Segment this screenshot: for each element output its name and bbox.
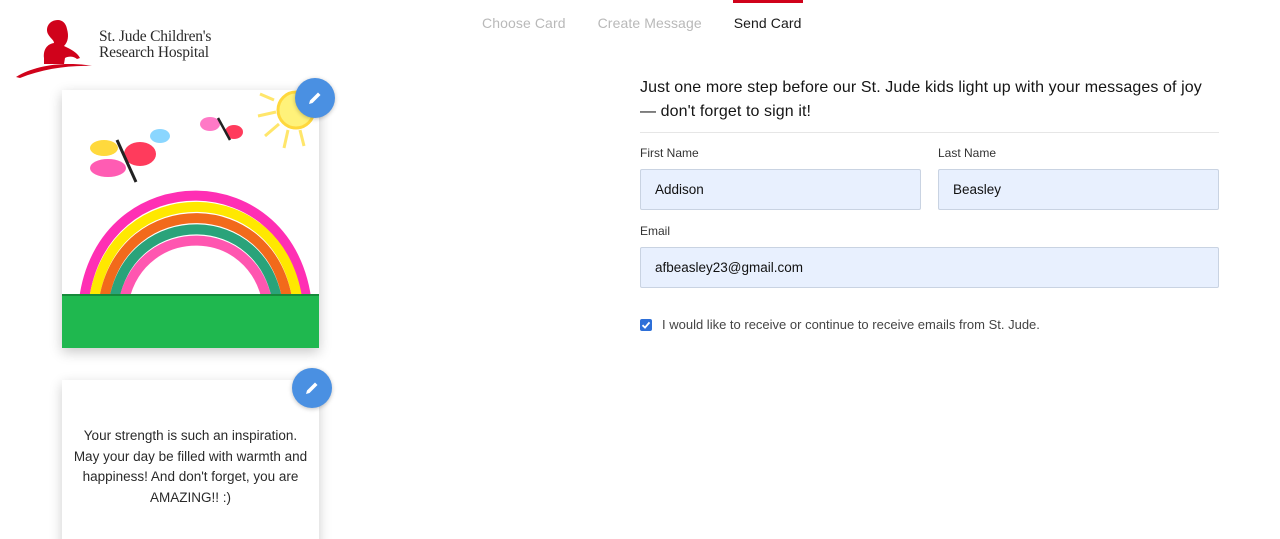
progress-steps: Choose Card Create Message Send Card: [466, 0, 818, 40]
logo-line-2: Research Hospital: [99, 44, 209, 61]
pencil-icon: [309, 92, 321, 104]
step-create-message[interactable]: Create Message: [582, 0, 718, 40]
email-input[interactable]: [640, 247, 1219, 288]
logo-line-1: St. Jude Children's: [99, 28, 212, 45]
last-name-label: Last Name: [938, 146, 997, 160]
email-field: Email: [640, 224, 1219, 288]
opt-in-checkbox[interactable]: [640, 318, 652, 331]
card-preview: [62, 90, 319, 348]
edit-message-button[interactable]: [292, 368, 332, 408]
email-label: Email: [640, 224, 671, 238]
checkmark-icon: [641, 321, 651, 329]
opt-in-label: I would like to receive or continue to r…: [662, 317, 1040, 332]
form-title: Just one more step before our St. Jude k…: [640, 76, 1219, 133]
pencil-icon: [306, 382, 318, 394]
step-send-card[interactable]: Send Card: [718, 0, 818, 40]
st-jude-logo[interactable]: St. Jude Children's Research Hospital: [14, 14, 234, 80]
step-choose-card[interactable]: Choose Card: [466, 0, 582, 40]
last-name-input[interactable]: [938, 169, 1219, 210]
name-row: First Name Last Name: [640, 146, 1219, 210]
message-preview: Your strength is such an inspiration. Ma…: [62, 380, 319, 539]
child-silhouette-icon: [16, 20, 92, 78]
first-name-input[interactable]: [640, 169, 921, 210]
first-name-label: First Name: [640, 146, 699, 160]
last-name-field: Last Name: [938, 146, 1219, 210]
signature-form: Just one more step before our St. Jude k…: [640, 76, 1219, 332]
email-opt-in: I would like to receive or continue to r…: [640, 317, 1219, 332]
message-text: Your strength is such an inspiration. Ma…: [73, 428, 308, 505]
rainbow-card-artwork: [62, 90, 319, 348]
edit-card-button[interactable]: [295, 78, 335, 118]
first-name-field: First Name: [640, 146, 921, 210]
logo-wordmark: St. Jude Children's Research Hospital: [99, 29, 211, 61]
